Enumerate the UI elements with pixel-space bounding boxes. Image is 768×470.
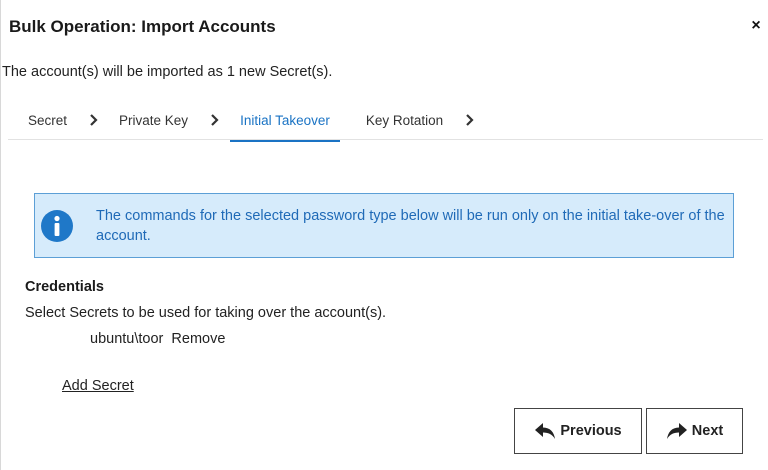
forward-arrow-icon (666, 423, 687, 439)
info-message-text: The commands for the selected password t… (96, 208, 725, 244)
next-button-label: Next (691, 423, 724, 439)
selected-secret-row: ubuntu\toor Remove (90, 331, 225, 347)
previous-button-label: Previous (560, 423, 622, 439)
remove-secret-link[interactable]: Remove (171, 331, 225, 347)
dialog-left-border (0, 0, 1, 470)
add-secret-link[interactable]: Add Secret (62, 378, 134, 394)
info-icon (41, 210, 73, 242)
step-initial-takeover[interactable]: Initial Takeover (230, 113, 340, 142)
reply-arrow-icon (535, 423, 556, 439)
steps-divider (8, 139, 763, 140)
next-button[interactable]: Next (646, 408, 743, 454)
info-message-box: The commands for the selected password t… (34, 193, 734, 258)
step-key-rotation[interactable]: Key Rotation (366, 113, 443, 128)
dialog-title: Bulk Operation: Import Accounts (9, 17, 276, 36)
step-secret[interactable]: Secret (28, 113, 67, 128)
chevron-right-icon (466, 114, 474, 126)
wizard-steps: Secret Private Key Initial Takeover Key … (28, 110, 495, 142)
credentials-heading: Credentials (25, 279, 104, 295)
secret-name: ubuntu\toor (90, 331, 164, 347)
chevron-right-icon (90, 114, 98, 126)
credentials-description: Select Secrets to be used for taking ove… (25, 305, 387, 321)
chevron-right-icon (211, 114, 219, 126)
import-summary-text: The account(s) will be imported as 1 new… (2, 64, 333, 80)
close-icon[interactable]: × (748, 18, 764, 34)
step-private-key[interactable]: Private Key (119, 113, 188, 128)
previous-button[interactable]: Previous (514, 408, 642, 454)
import-accounts-dialog: Bulk Operation: Import Accounts × The ac… (0, 0, 768, 470)
